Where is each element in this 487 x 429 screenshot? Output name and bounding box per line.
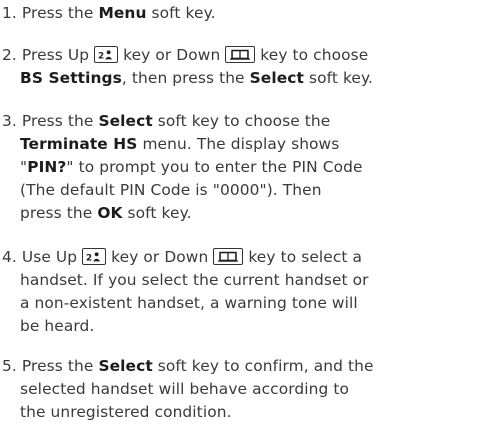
step-text: a non-existent handset, a warning tone w… <box>20 294 358 312</box>
up-key-icon: 2 <box>94 46 119 63</box>
step-2: 2. Press Up 2 key or Down key to choose … <box>2 44 486 90</box>
step-number: 5. <box>2 357 17 375</box>
step-text: Press the <box>21 112 99 130</box>
step-3: 3. Press the Select soft key to choose t… <box>2 110 486 225</box>
up-key-icon: 2 <box>82 248 107 265</box>
terminate-hs-label: Terminate HS <box>20 135 138 153</box>
select-key-label: Select <box>98 112 153 130</box>
menu-key-label: Menu <box>98 4 147 22</box>
svg-text:2: 2 <box>86 253 92 263</box>
step-text: soft key to choose the <box>152 112 331 130</box>
step-text: press the <box>20 204 98 222</box>
step-text: menu. The display shows <box>137 135 340 153</box>
step-text: Press Up <box>21 46 95 64</box>
step-text: key or Down <box>106 248 214 266</box>
select-key-label: Select <box>249 69 304 87</box>
bs-settings-label: BS Settings <box>20 69 122 87</box>
step-text: (The default PIN Code is "0000"). Then <box>20 181 322 199</box>
step-text: the unregistered condition. <box>20 403 232 421</box>
step-text: , then press the <box>121 69 250 87</box>
step-text: Press the <box>21 357 99 375</box>
svg-text:2: 2 <box>98 51 104 61</box>
step-number: 4. <box>2 248 17 266</box>
step-text: handset. If you select the current hands… <box>20 271 369 289</box>
step-text: soft key. <box>303 69 373 87</box>
select-key-label: Select <box>98 357 153 375</box>
step-text: " to prompt you to enter the PIN Code <box>66 158 363 176</box>
step-4: 4. Use Up 2 key or Down key to select a … <box>2 246 486 338</box>
step-number: 2. <box>2 46 17 64</box>
instruction-list: 1. Press the Menu soft key. 2. Press Up … <box>0 0 487 429</box>
step-text: selected handset will behave according t… <box>20 380 350 398</box>
step-text: Press the <box>21 4 99 22</box>
step-text: key to choose <box>255 46 369 64</box>
step-text: Use Up <box>21 248 83 266</box>
step-1: 1. Press the Menu soft key. <box>2 2 486 25</box>
ok-key-label: OK <box>97 204 123 222</box>
step-number: 3. <box>2 112 17 130</box>
step-text: key or Down <box>118 46 226 64</box>
step-text: key to select a <box>243 248 363 266</box>
step-5: 5. Press the Select soft key to confirm,… <box>2 355 486 424</box>
step-text: soft key. <box>146 4 216 22</box>
down-key-icon <box>225 46 256 63</box>
step-text: soft key. <box>122 204 192 222</box>
down-key-icon <box>213 248 244 265</box>
step-number: 1. <box>2 4 17 22</box>
step-text: soft key to confirm, and the <box>152 357 374 375</box>
step-text: be heard. <box>20 317 95 335</box>
pin-prompt-label: PIN? <box>27 158 67 176</box>
